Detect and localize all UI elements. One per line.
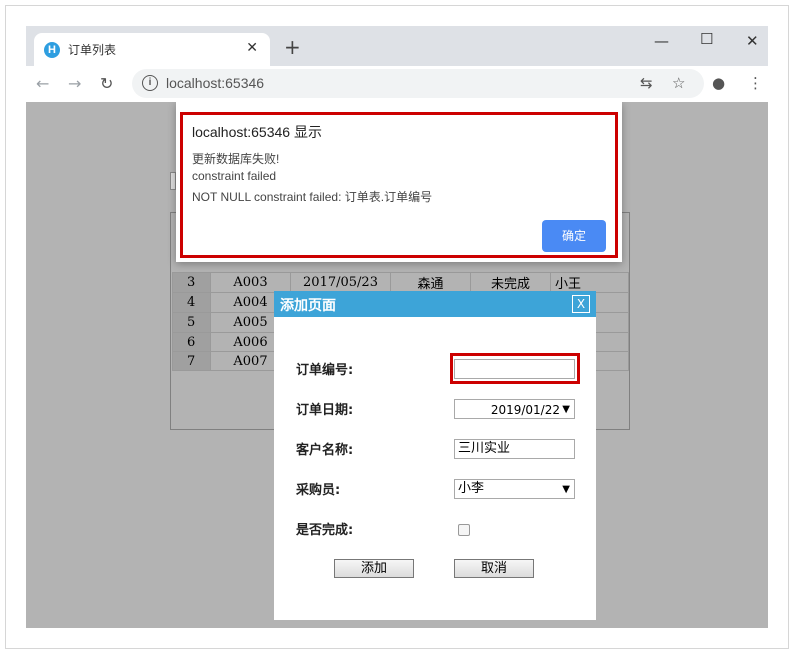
order-date-value: 2019/01/22: [490, 403, 560, 417]
translate-icon[interactable]: ⇆: [640, 74, 653, 92]
table-cell-idx: 5: [172, 312, 211, 333]
browser-window: H 订单列表 ✕ + — ☐ ✕ ← → ↻ i localhost:65346…: [26, 26, 768, 628]
address-bar[interactable]: i localhost:65346: [132, 69, 704, 98]
add-dialog: 添加页面 X 订单编号: 订单日期: 2019/01/22 ▼ 客户名称: 三川…: [274, 291, 596, 620]
info-icon[interactable]: i: [142, 75, 158, 91]
buyer-select[interactable]: 小李 ▼: [454, 479, 575, 499]
page-content: 3A0032017/05/23森通未完成小王4A0042017/05/24光明产…: [26, 102, 768, 628]
browser-toolbar: ← → ↻ i localhost:65346 ⇆ ☆ ● ⋮: [26, 66, 768, 102]
alert-message-1: 更新数据库失败!: [192, 152, 280, 166]
table-cell-id: A003: [210, 272, 291, 293]
tab-title: 订单列表: [68, 43, 117, 57]
url-text: localhost:65346: [166, 75, 265, 91]
table-cell-status: 未完成: [470, 272, 551, 293]
alert-message-2: constraint failed: [192, 169, 277, 183]
order-id-label: 订单编号:: [296, 363, 354, 378]
done-checkbox[interactable]: [458, 524, 470, 536]
alert-message-3: NOT NULL constraint failed: 订单表.订单编号: [192, 190, 433, 204]
buyer-value: 小李: [458, 481, 485, 496]
reload-icon[interactable]: ↻: [100, 74, 113, 93]
back-arrow-icon[interactable]: ←: [36, 74, 49, 93]
minimize-icon[interactable]: —: [654, 32, 669, 50]
tab-order-list[interactable]: H 订单列表 ✕: [34, 33, 270, 66]
new-tab-icon[interactable]: +: [284, 35, 301, 59]
alert-ok-button[interactable]: 确定: [542, 220, 606, 252]
site-favicon-icon: H: [44, 42, 60, 58]
order-date-label: 订单日期:: [296, 403, 354, 418]
dialog-title: 添加页面: [280, 298, 336, 314]
account-icon[interactable]: ●: [712, 74, 725, 92]
maximize-icon[interactable]: ☐: [700, 30, 713, 48]
dialog-close-button[interactable]: X: [572, 295, 590, 313]
forward-arrow-icon[interactable]: →: [68, 74, 81, 93]
customer-label: 客户名称:: [296, 443, 354, 458]
order-date-picker[interactable]: 2019/01/22 ▼: [454, 399, 575, 419]
menu-icon[interactable]: ⋮: [748, 74, 763, 92]
tab-strip: H 订单列表 ✕ + — ☐ ✕: [26, 26, 768, 66]
alert-dialog: localhost:65346 显示 更新数据库失败! constraint f…: [176, 102, 622, 262]
order-id-input[interactable]: [454, 359, 575, 379]
add-button[interactable]: 添加: [334, 559, 414, 578]
chevron-down-icon: ▼: [562, 404, 570, 415]
star-icon[interactable]: ☆: [672, 74, 685, 92]
buyer-label: 采购员:: [296, 483, 341, 498]
chevron-down-icon: ▼: [562, 484, 570, 495]
dialog-header: 添加页面 X: [274, 291, 596, 317]
table-cell-customer: 森通: [390, 272, 471, 293]
table-cell-idx: 7: [172, 351, 211, 371]
table-cell-buyer: 小王: [550, 272, 629, 293]
alert-title: localhost:65346 显示: [192, 124, 322, 140]
customer-input[interactable]: 三川实业: [454, 439, 575, 459]
table-cell-idx: 6: [172, 332, 211, 352]
table-cell-idx: 3: [172, 272, 211, 293]
done-label: 是否完成:: [296, 523, 354, 538]
table-cell-idx: 4: [172, 292, 211, 313]
tab-close-icon[interactable]: ✕: [246, 40, 258, 56]
window-close-icon[interactable]: ✕: [746, 32, 759, 50]
cancel-button[interactable]: 取消: [454, 559, 534, 578]
table-row[interactable]: 3 A003 2017/05/23 森通 未完成 小王: [172, 272, 629, 293]
table-cell-date: 2017/05/23: [290, 272, 391, 293]
